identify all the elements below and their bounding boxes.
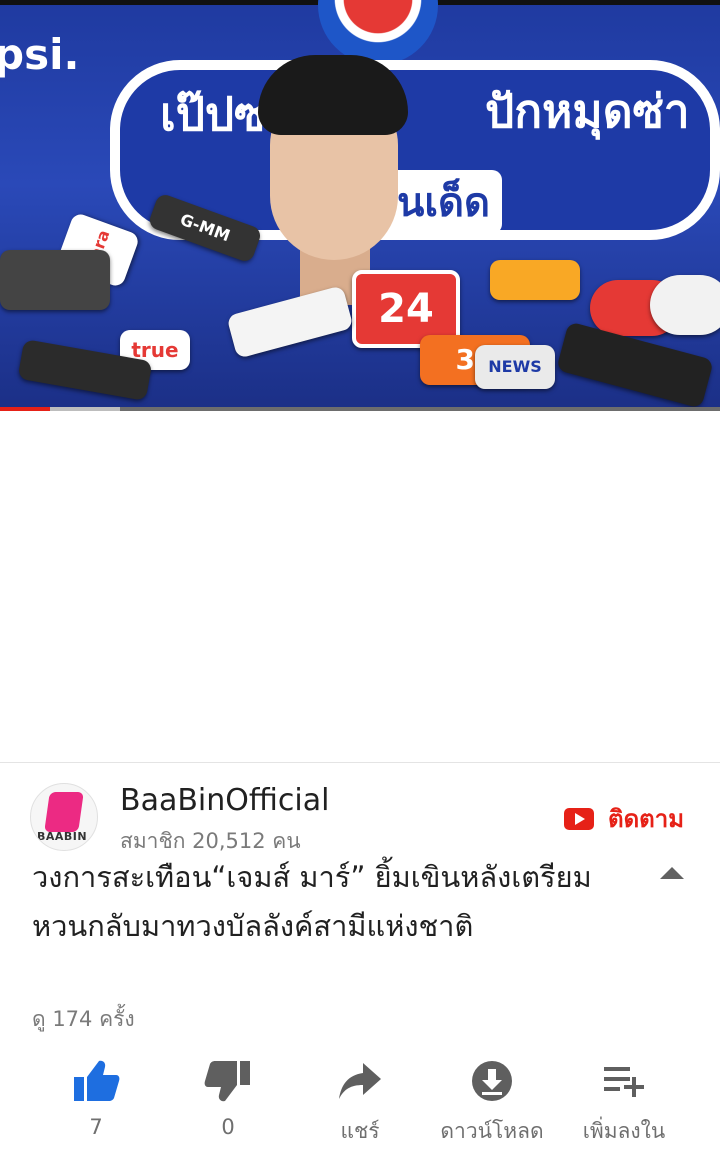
like-count: 7: [89, 1115, 103, 1139]
video-title: วงการสะเทือน“เจมส์ มาร์” ยิ้มเขินหลังเตร…: [32, 860, 592, 943]
brand-text: psi.: [0, 30, 80, 79]
microphone-news: NEWS: [475, 345, 555, 389]
share-label: แชร์: [340, 1119, 380, 1143]
thumbs-up-icon: [74, 1060, 120, 1101]
banner-text-right: ปักหมุดซ่า: [485, 84, 690, 138]
subscribe-button[interactable]: ติดตาม: [564, 799, 684, 838]
share-icon: [339, 1063, 381, 1099]
microphone: [490, 260, 580, 300]
add-to-playlist-button[interactable]: เพิ่มลงใน: [554, 1051, 694, 1148]
chevron-up-icon: [660, 867, 684, 879]
microphone: [0, 250, 110, 310]
mic-label: NEWS: [488, 357, 542, 376]
subscribe-label: ติดตาม: [608, 805, 685, 833]
progress-buffer: [50, 407, 120, 411]
action-bar: 7 0 แชร์ ดาวน์โหลด เพิ่มลงใน: [0, 1051, 720, 1151]
collapse-button[interactable]: [658, 863, 686, 883]
dislike-count: 0: [221, 1115, 235, 1139]
download-icon: [472, 1061, 512, 1101]
channel-name[interactable]: BaaBinOfficial: [120, 783, 329, 818]
add-to-label: เพิ่มลงใน: [582, 1119, 666, 1143]
thumbs-down-icon: [204, 1061, 250, 1102]
progress-fill: [0, 407, 51, 411]
avatar[interactable]: BAABIN: [30, 783, 98, 851]
channel-logo-icon: [44, 792, 84, 832]
video-player[interactable]: psi. เป๊ปซ ปักหมุดซ่า นเด็ด 24 true 38 d…: [0, 0, 720, 411]
download-button[interactable]: ดาวน์โหลด: [422, 1051, 562, 1148]
microphone: [650, 275, 720, 335]
dislike-button[interactable]: 0: [158, 1051, 298, 1139]
subscriber-count: สมาชิก 20,512 คน: [120, 829, 301, 853]
download-label: ดาวน์โหลด: [440, 1119, 544, 1143]
mic-label: G-MM: [177, 209, 233, 246]
view-count: ดู 174 ครั้ง: [32, 1007, 135, 1031]
like-button[interactable]: 7: [26, 1051, 166, 1139]
mic-label: 24: [378, 286, 434, 332]
channel-row: BAABIN BaaBinOfficial สมาชิก 20,512 คน ต…: [0, 763, 720, 866]
playlist-add-icon: [604, 1067, 644, 1097]
avatar-text: BAABIN: [37, 830, 88, 843]
share-button[interactable]: แชร์: [290, 1051, 430, 1148]
youtube-play-icon: [564, 807, 594, 830]
